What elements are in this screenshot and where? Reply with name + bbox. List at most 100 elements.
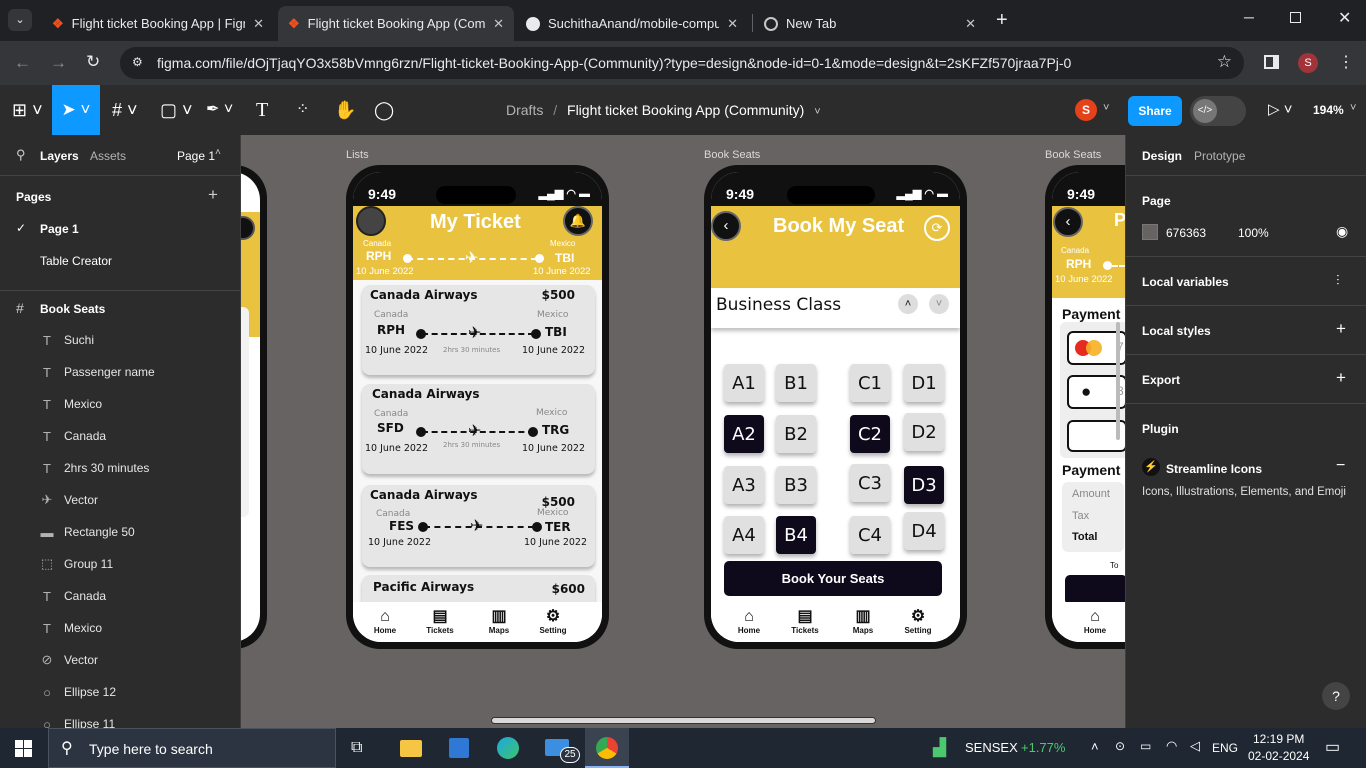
close-icon[interactable]: ✕ xyxy=(965,16,976,32)
store-icon[interactable] xyxy=(449,738,469,758)
browser-tab-figma-1[interactable]: ❖ Flight ticket Booking App | Figma ✕ xyxy=(42,6,274,41)
new-tab-button[interactable]: + xyxy=(996,9,1008,31)
minimize-icon[interactable]: ─ xyxy=(1244,9,1254,25)
layer-item[interactable]: T Mexico xyxy=(0,612,241,644)
frame-label-book-seats-2[interactable]: Book Seats xyxy=(1045,149,1101,161)
plugin-name[interactable]: Streamline Icons xyxy=(1166,462,1262,476)
layer-item[interactable]: T Mexico xyxy=(0,388,241,420)
page-selector[interactable]: Page 1 xyxy=(177,149,215,163)
layer-item[interactable]: ▬ Rectangle 50 xyxy=(0,516,241,548)
help-button[interactable]: ? xyxy=(1322,682,1350,710)
nav-setting[interactable]: ⚙ Setting xyxy=(533,608,573,635)
seat-d3[interactable]: D3 xyxy=(904,466,944,504)
ticker-name[interactable]: SENSEX xyxy=(965,740,1018,755)
design-canvas[interactable]: Lists Book Seats Book Seats 9:49 ▂▄▆ ◠ ▬… xyxy=(241,135,1125,728)
frame-label-book-seats[interactable]: Book Seats xyxy=(704,149,760,161)
back-button[interactable]: ‹ xyxy=(1053,207,1083,237)
browser-tab-github[interactable]: SuchithaAnand/mobile-computer-use ✕ xyxy=(516,6,748,41)
chevron-down-icon[interactable]: ˅ xyxy=(1103,102,1109,114)
add-page-icon[interactable]: + xyxy=(208,185,218,205)
bookmark-star-icon[interactable]: ☆ xyxy=(1217,52,1232,72)
seat-b3[interactable]: B3 xyxy=(776,466,816,504)
comment-tool-icon[interactable]: ◯ xyxy=(374,100,394,120)
seat-c4[interactable]: C4 xyxy=(850,516,890,554)
seat-b2[interactable]: B2 xyxy=(776,415,816,453)
profile-avatar[interactable]: S xyxy=(1298,53,1318,73)
page-color-swatch[interactable] xyxy=(1142,224,1158,240)
meet-icon[interactable]: ⊙ xyxy=(1115,739,1125,753)
restore-icon[interactable] xyxy=(1290,12,1301,23)
browser-menu-icon[interactable]: ⋮ xyxy=(1338,52,1354,72)
back-icon[interactable]: ← xyxy=(14,53,31,73)
window-close-icon[interactable]: ✕ xyxy=(1338,8,1351,28)
seat-b4[interactable]: B4 xyxy=(776,516,816,554)
class-selector[interactable]: Business Class ˄ ˅ xyxy=(711,288,960,328)
eye-icon[interactable]: ◉ xyxy=(1336,223,1348,240)
chevron-up-icon[interactable]: ˄ xyxy=(215,147,221,158)
seat-a2[interactable]: A2 xyxy=(724,415,764,453)
shape-tool-icon[interactable]: ▢ ˅ xyxy=(160,100,193,120)
add-style-icon[interactable]: + xyxy=(1336,319,1346,339)
user-avatar[interactable]: S xyxy=(1075,99,1097,121)
back-button[interactable]: ‹ xyxy=(711,211,741,241)
page-color-hex[interactable]: 676363 xyxy=(1166,226,1206,240)
chevron-up-icon[interactable]: ˄ xyxy=(898,294,918,314)
frame-tool-icon[interactable]: # ˅ xyxy=(112,100,138,120)
browser-tab-new[interactable]: New Tab ✕ xyxy=(754,6,986,41)
seat-d4[interactable]: D4 xyxy=(904,512,944,550)
horizontal-scrollbar[interactable] xyxy=(491,717,876,724)
layer-item[interactable]: T 2hrs 30 minutes xyxy=(0,452,241,484)
clock-date[interactable]: 02-02-2024 xyxy=(1248,749,1309,763)
chevron-down-icon[interactable]: ˅ xyxy=(1350,102,1356,114)
wifi-icon[interactable]: ◠ xyxy=(1166,738,1177,754)
ticket-card[interactable]: Canada Airways $500 Canada RPH ✈ Mexico … xyxy=(362,285,595,375)
avatar[interactable] xyxy=(356,206,386,236)
chevron-down-icon[interactable]: ˅ xyxy=(814,106,820,118)
reload-icon[interactable]: ↻ xyxy=(86,52,100,72)
page-opacity[interactable]: 100% xyxy=(1238,226,1269,240)
seat-c3[interactable]: C3 xyxy=(850,464,890,502)
breadcrumb-drafts[interactable]: Drafts xyxy=(506,102,543,118)
phone-frame-book-seat[interactable]: 9:49 ▂▄▆ ◠ ▬ ‹ Book My Seat ⟳ Business C… xyxy=(704,165,967,649)
ticket-card[interactable]: Canada Airways Canada SFD ✈ Mexico TRG 1… xyxy=(362,384,595,474)
layer-item[interactable]: T Canada xyxy=(0,580,241,612)
task-view-icon[interactable]: ⧉ xyxy=(351,739,362,757)
hand-tool-icon[interactable]: ✋ xyxy=(334,100,356,120)
notifications-icon[interactable]: ▭ xyxy=(1325,737,1340,757)
book-seats-button[interactable]: Book Your Seats xyxy=(724,561,942,596)
text-tool-icon[interactable]: T xyxy=(256,100,268,120)
share-button[interactable]: Share xyxy=(1128,96,1182,126)
nav-maps[interactable]: ▥ Maps xyxy=(479,608,519,635)
layer-item[interactable]: ⊘ Vector xyxy=(0,644,241,676)
close-icon[interactable]: ✕ xyxy=(253,16,264,32)
search-icon[interactable]: ⚲ xyxy=(16,147,26,163)
seat-d2[interactable]: D2 xyxy=(904,413,944,451)
nav-tickets[interactable]: ▤ Tickets xyxy=(785,608,825,635)
frame-label-lists[interactable]: Lists xyxy=(346,149,369,161)
tab-design[interactable]: Design xyxy=(1142,149,1182,163)
browser-tab-figma-2[interactable]: ❖ Flight ticket Booking App (Community) … xyxy=(278,6,514,41)
file-explorer-icon[interactable] xyxy=(400,740,422,757)
resources-icon[interactable]: ⁘ xyxy=(296,100,309,120)
forward-icon[interactable]: → xyxy=(50,53,67,73)
volume-icon[interactable]: ◁ xyxy=(1190,738,1200,754)
tab-layers[interactable]: Layers xyxy=(40,149,79,163)
windows-start-icon[interactable] xyxy=(15,740,32,757)
pay-button[interactable] xyxy=(1065,575,1125,605)
clock-time[interactable]: 12:19 PM xyxy=(1253,732,1304,746)
seat-a1[interactable]: A1 xyxy=(724,364,764,402)
nav-home[interactable]: ⌂ Home xyxy=(365,608,405,635)
present-play-icon[interactable]: ▷ ˅ xyxy=(1268,100,1292,120)
pen-tool-icon[interactable]: ✒ ˅ xyxy=(206,100,233,120)
layer-item[interactable]: T Canada xyxy=(0,420,241,452)
phone-frame-payment[interactable]: 9:49 ‹ Pa Canada RPH 10 June 2022 Paymen… xyxy=(1045,165,1125,649)
site-settings-icon[interactable]: ⚙ xyxy=(132,55,143,69)
edge-icon[interactable] xyxy=(497,737,519,759)
close-icon[interactable]: ✕ xyxy=(727,16,738,32)
add-export-icon[interactable]: + xyxy=(1336,368,1346,388)
tab-prototype[interactable]: Prototype xyxy=(1194,149,1245,163)
layer-item[interactable]: ✈ Vector xyxy=(0,484,241,516)
tab-search-button[interactable]: ⌄ xyxy=(8,9,32,31)
export-title[interactable]: Export xyxy=(1142,373,1180,387)
close-icon[interactable]: ✕ xyxy=(493,16,504,32)
